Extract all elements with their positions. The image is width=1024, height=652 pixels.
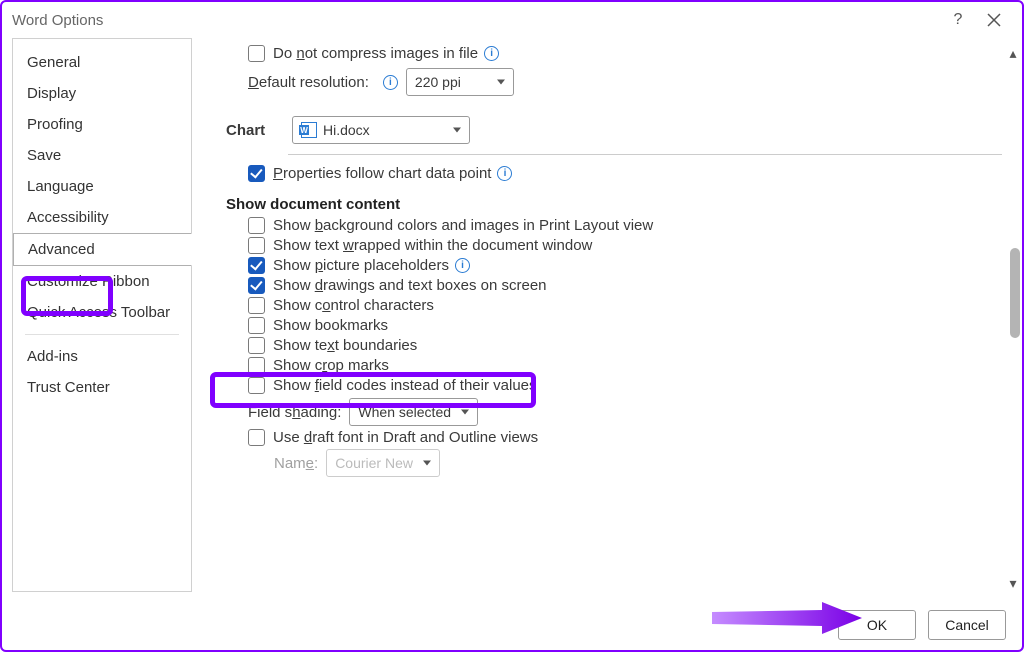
scrollbar[interactable]: ▴ ▾ <box>1004 38 1022 598</box>
cancel-button[interactable]: Cancel <box>928 610 1006 640</box>
scroll-thumb[interactable] <box>1010 248 1020 338</box>
info-icon[interactable] <box>497 166 512 181</box>
callout-arrow-icon <box>712 600 862 636</box>
titlebar: Word Options ? <box>2 2 1022 38</box>
word-options-dialog: Word Options ? General Display Proofing … <box>0 0 1024 652</box>
checkbox-field-codes[interactable] <box>248 377 265 394</box>
info-icon[interactable] <box>383 75 398 90</box>
sidebar-item-save[interactable]: Save <box>13 140 191 171</box>
sidebar-item-advanced[interactable]: Advanced <box>13 233 192 266</box>
label-default-resolution: Default resolution: <box>248 74 369 91</box>
chart-section-label: Chart <box>226 122 284 139</box>
label-crop-marks: Show crop marks <box>273 357 389 374</box>
checkbox-background-colors[interactable] <box>248 217 265 234</box>
sidebar-item-language[interactable]: Language <box>13 171 191 202</box>
label-chart-properties: Properties follow chart data point <box>273 165 491 182</box>
checkbox-control-characters[interactable] <box>248 297 265 314</box>
help-button[interactable]: ? <box>940 2 976 38</box>
close-button[interactable] <box>976 2 1012 38</box>
label-draft-font-name: Name: <box>274 455 318 472</box>
label-picture-placeholders: Show picture placeholders <box>273 257 449 274</box>
label-background-colors: Show background colors and images in Pri… <box>273 217 653 234</box>
label-field-codes: Show field codes instead of their values <box>273 377 537 394</box>
info-icon[interactable] <box>484 46 499 61</box>
sidebar-item-trust-center[interactable]: Trust Center <box>13 372 191 403</box>
checkbox-draft-font[interactable] <box>248 429 265 446</box>
options-content: Do not compress images in file Default r… <box>198 38 1022 598</box>
sidebar-item-proofing[interactable]: Proofing <box>13 109 191 140</box>
dropdown-draft-font-name: Courier New <box>326 449 440 477</box>
checkbox-text-boundaries[interactable] <box>248 337 265 354</box>
scroll-up-icon[interactable]: ▴ <box>1004 44 1022 62</box>
dropdown-field-shading[interactable]: When selected <box>349 398 478 426</box>
label-text-boundaries: Show text boundaries <box>273 337 417 354</box>
scroll-down-icon[interactable]: ▾ <box>1004 574 1022 592</box>
checkbox-chart-properties[interactable] <box>248 165 265 182</box>
checkbox-crop-marks[interactable] <box>248 357 265 374</box>
sidebar-item-general[interactable]: General <box>13 47 191 78</box>
word-doc-icon <box>301 122 317 138</box>
window-title: Word Options <box>12 12 940 29</box>
checkbox-picture-placeholders[interactable] <box>248 257 265 274</box>
dropdown-chart-doc[interactable]: Hi.docx <box>292 116 470 144</box>
label-do-not-compress: Do not compress images in file <box>273 45 478 62</box>
checkbox-do-not-compress[interactable] <box>248 45 265 62</box>
info-icon[interactable] <box>455 258 470 273</box>
sidebar-item-customize-ribbon[interactable]: Customize Ribbon <box>13 266 191 297</box>
label-field-shading: Field shading: <box>248 404 341 421</box>
label-text-wrapped: Show text wrapped within the document wi… <box>273 237 592 254</box>
label-control-characters: Show control characters <box>273 297 434 314</box>
label-drawings-textboxes: Show drawings and text boxes on screen <box>273 277 547 294</box>
checkbox-drawings-textboxes[interactable] <box>248 277 265 294</box>
options-sidebar: General Display Proofing Save Language A… <box>12 38 192 592</box>
close-icon <box>987 13 1001 27</box>
sidebar-item-addins[interactable]: Add-ins <box>13 341 191 372</box>
sidebar-item-display[interactable]: Display <box>13 78 191 109</box>
sidebar-item-quick-access-toolbar[interactable]: Quick Access Toolbar <box>13 297 191 328</box>
dropdown-default-resolution[interactable]: 220 ppi <box>406 68 514 96</box>
checkbox-text-wrapped[interactable] <box>248 237 265 254</box>
checkbox-bookmarks[interactable] <box>248 317 265 334</box>
dialog-footer: OK Cancel <box>838 610 1006 640</box>
heading-show-document-content: Show document content <box>226 196 1002 213</box>
label-draft-font: Use draft font in Draft and Outline view… <box>273 429 538 446</box>
label-bookmarks: Show bookmarks <box>273 317 388 334</box>
sidebar-item-accessibility[interactable]: Accessibility <box>13 202 191 233</box>
